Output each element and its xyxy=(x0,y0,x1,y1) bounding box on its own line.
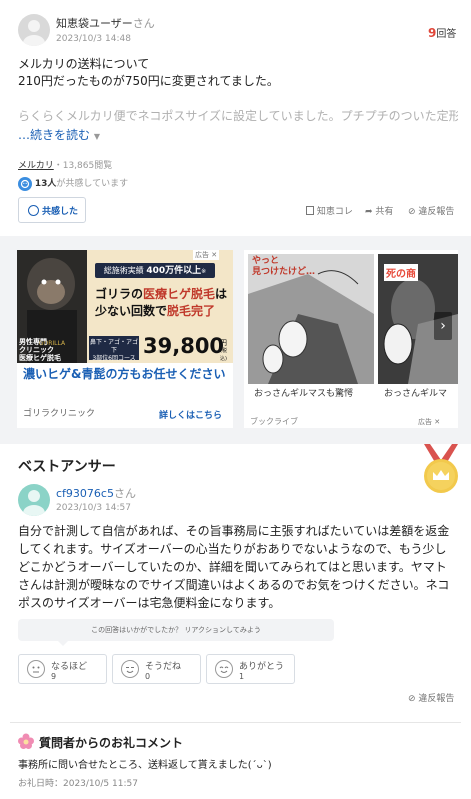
divider xyxy=(10,722,461,723)
ad-side-text: 男性専門 クリニック 医療ヒゲ脱毛 xyxy=(19,338,61,362)
answerer-avatar[interactable] xyxy=(18,484,50,516)
category-link[interactable]: メルカリ xyxy=(18,161,54,171)
reaction-count: 0 xyxy=(145,672,151,681)
ad-headline2: 少ない回数で脱毛完了 xyxy=(95,304,216,318)
ad-price: 39,800 xyxy=(143,334,225,358)
manga-panel-1[interactable]: やっと 見つけたけど… xyxy=(248,254,374,384)
empathy-icon xyxy=(18,176,32,191)
reaction-label: ありがとう xyxy=(239,662,285,672)
empathy-count: 13人 xyxy=(34,179,57,189)
reaction-label: なるほど xyxy=(51,662,88,672)
ad-price-unit: 円 (税込) xyxy=(220,339,227,362)
bookmark-icon xyxy=(306,206,314,215)
reaction-soudane-button[interactable]: そうだね 0 xyxy=(112,654,201,684)
gold-medal-icon xyxy=(418,444,464,494)
smile-face-icon xyxy=(215,660,233,678)
ad-left-details-link[interactable]: 詳しくはこちら xyxy=(159,408,222,421)
share-icon: ➦ xyxy=(365,207,373,217)
ad-right-card1-title[interactable]: おっさんギルマスも驚愕 xyxy=(254,386,353,399)
report-button[interactable]: ⊘ 違反報告 xyxy=(408,204,454,217)
thanks-body: 事務所に問い合せたところ、送料返して貰えました(ˊᴗˋ) xyxy=(18,760,272,771)
close-icon[interactable]: ✕ xyxy=(434,418,440,426)
ad-headline1: ゴリラの医療ヒゲ脱毛は xyxy=(95,287,228,301)
empathy-button[interactable]: 共感した xyxy=(18,197,86,223)
best-answer-heading: ベストアンサー xyxy=(18,459,116,475)
chevron-down-icon: ▼ xyxy=(93,132,100,141)
ad-left-card[interactable]: GORILLA 総施術実績 400万件以上※ ゴリラの医療ヒゲ脱毛は 少ない回数… xyxy=(17,250,233,428)
manga-tag: 死の商 xyxy=(384,264,418,281)
chevron-right-icon: › xyxy=(440,318,446,334)
reaction-arigatou-button[interactable]: ありがとう 1 xyxy=(206,654,295,684)
thinking-face-icon xyxy=(27,660,45,678)
nodding-face-icon xyxy=(121,660,139,678)
questioner-suffix: さん xyxy=(132,17,155,30)
questioner-avatar[interactable] xyxy=(18,14,50,46)
ad-right-card[interactable]: やっと 見つけたけど… 死の商 › おっさんギルマスも驚愕 おっさんギルマ ブック… xyxy=(244,250,458,428)
close-icon[interactable]: ✕ xyxy=(211,251,217,259)
question-title-line1: メルカリの送料について xyxy=(18,57,150,71)
answer-report-button[interactable]: ⊘ 違反報告 xyxy=(408,691,454,704)
ad-course: 鼻下・アゴ・アゴ下 3部位6回コース xyxy=(89,336,139,362)
thanks-date: お礼日時：2023/10/5 11:57 xyxy=(18,779,138,789)
ad-badge: 総施術実績 400万件以上※ xyxy=(95,263,215,278)
read-more-link[interactable]: …続きを読む ▼ xyxy=(18,126,100,143)
view-count: ・13,865閲覧 xyxy=(53,161,113,171)
prohibit-icon: ⊘ xyxy=(408,207,416,217)
reaction-count: 9 xyxy=(51,672,57,681)
ad-label-left[interactable]: 広告 ✕ xyxy=(193,250,220,260)
prohibit-icon: ⊘ xyxy=(408,694,416,704)
empathy-text: が共感しています xyxy=(56,179,129,189)
chiecore-button[interactable]: 知恵コレ xyxy=(306,204,353,217)
empathy-button-label: 共感した xyxy=(42,207,79,217)
answerer-suffix: さん xyxy=(113,487,136,500)
answer-count: 9回答 xyxy=(428,26,457,40)
reaction-count: 1 xyxy=(239,672,245,681)
question-excerpt: らくらくメルカリ便でネコポスサイズに設定していました。プチプチのついた定形サ xyxy=(18,109,458,123)
question-title-line2: 210円だったものが750円に変更されてました。 xyxy=(18,74,279,88)
question-date: 2023/10/3 14:48 xyxy=(56,34,131,44)
ad-label-right[interactable]: 広告 ✕ xyxy=(418,417,440,427)
questioner-name[interactable]: 知恵袋ユーザー xyxy=(56,17,133,30)
ad-right-brand: ブックライブ xyxy=(250,417,298,426)
empathy-row: 13人が共感しています xyxy=(18,176,128,192)
ad-left-cta[interactable]: 濃いヒゲ&青髭の方もお任せください xyxy=(23,366,228,382)
carousel-next-button[interactable]: › xyxy=(434,312,452,340)
answer-body: 自分で計測して自信があれば、その旨事務局に主張すればたいていは差額を返金してくれ… xyxy=(18,524,450,610)
answer-date: 2023/10/3 14:57 xyxy=(56,503,131,513)
manga-title: やっと 見つけたけど… xyxy=(252,256,316,277)
smile-icon xyxy=(28,205,39,216)
ad-left-advertiser: ゴリラクリニック xyxy=(23,409,96,419)
share-button[interactable]: ➦ 共有 xyxy=(365,204,393,217)
reaction-label: そうだね xyxy=(145,662,182,672)
ad-right-card2-title[interactable]: おっさんギルマ xyxy=(384,386,447,399)
flower-icon xyxy=(17,733,35,749)
ad-left-banner[interactable]: GORILLA 総施術実績 400万件以上※ ゴリラの医療ヒゲ脱毛は 少ない回数… xyxy=(17,250,233,363)
reaction-prompt-tail xyxy=(58,641,68,646)
reaction-prompt: この回答はいかがでしたか？ リアクションしてみよう xyxy=(18,619,334,641)
reaction-naruhodo-button[interactable]: なるほど 9 xyxy=(18,654,107,684)
thanks-heading: 質問者からのお礼コメント xyxy=(39,736,184,750)
answerer-name[interactable]: cf93076c5 xyxy=(56,487,114,500)
